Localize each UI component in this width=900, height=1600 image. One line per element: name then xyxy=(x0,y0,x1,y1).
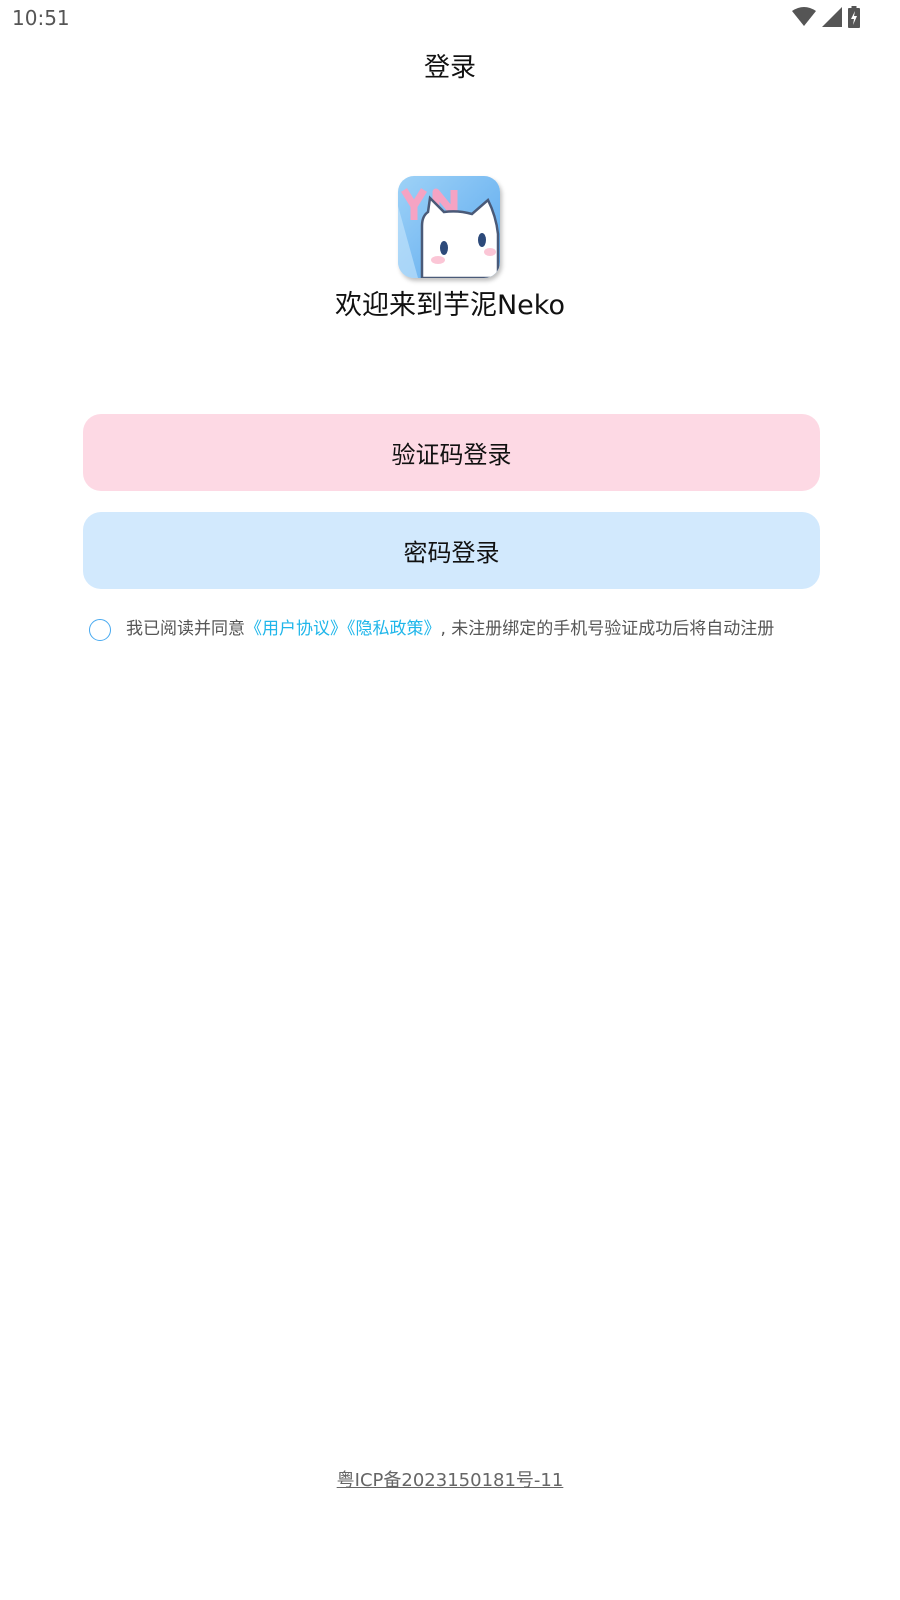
title-bar: 登录 xyxy=(0,44,900,92)
agreement-checkbox[interactable] xyxy=(89,619,111,641)
status-icons xyxy=(792,6,860,28)
agreement-text: 我已阅读并同意《用户协议》《隐私政策》, 未注册绑定的手机号验证成功后将自动注册 xyxy=(126,616,774,642)
welcome-text: 欢迎来到芋泥Neko xyxy=(334,290,565,321)
icp-footer: 粤ICP备2023150181号-11 xyxy=(0,1466,900,1492)
wifi-icon xyxy=(792,7,816,27)
agreement-row: 我已阅读并同意《用户协议》《隐私政策》, 未注册绑定的手机号验证成功后将自动注册 xyxy=(88,610,828,650)
status-bar: 10:51 xyxy=(0,0,900,36)
page-title: 登录 xyxy=(423,53,476,83)
icp-link[interactable]: 粤ICP备2023150181号-11 xyxy=(337,1470,564,1491)
status-time: 10:51 xyxy=(12,6,70,30)
sms-login-button[interactable]: 验证码登录 xyxy=(83,414,820,491)
password-login-button[interactable]: 密码登录 xyxy=(83,512,820,589)
agreement-suffix: , 未注册绑定的手机号验证成功后将自动注册 xyxy=(440,619,775,639)
battery-charging-icon xyxy=(848,6,860,28)
privacy-policy-link[interactable]: 《隐私政策》 xyxy=(347,619,441,639)
agreement-prefix: 我已阅读并同意 xyxy=(126,619,245,639)
app-logo-icon xyxy=(398,176,500,278)
user-agreement-link[interactable]: 《用户协议》 xyxy=(245,619,347,639)
signal-icon xyxy=(822,7,842,27)
